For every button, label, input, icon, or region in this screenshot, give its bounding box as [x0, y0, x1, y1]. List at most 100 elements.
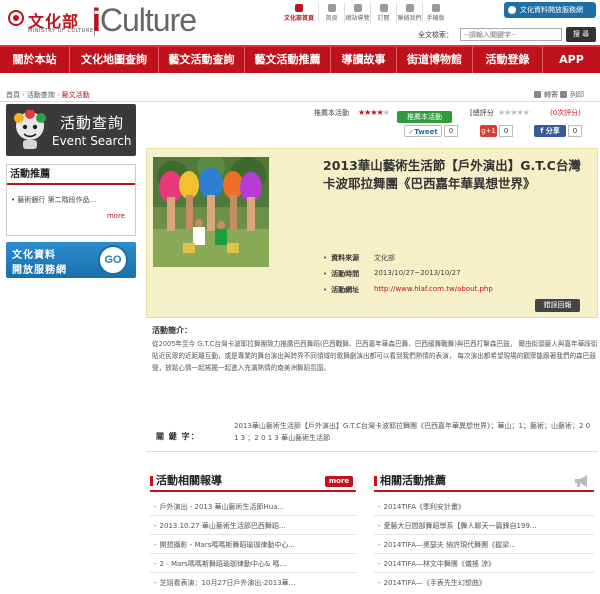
- event-search-banner[interactable]: 活動查詢 Event Search: [6, 104, 136, 156]
- intro-label: 活動簡介：: [152, 326, 192, 335]
- search-button[interactable]: 搜 尋: [566, 27, 596, 42]
- nav-event-recommend[interactable]: 藝文活動推薦: [245, 47, 331, 73]
- open-data-icon: [508, 6, 516, 14]
- recommend-title: 活動推薦: [7, 165, 135, 185]
- star-empty-icon: ★: [382, 108, 390, 117]
- open-data-title: 文化資料: [12, 250, 56, 261]
- event-title: 2013華山藝術生活節【戶外演出】G.T.C台灣卡波耶拉舞團《巴西嘉年華異想世界…: [323, 158, 581, 191]
- facebook-share-button[interactable]: f 分享: [534, 125, 566, 137]
- top-link-home[interactable]: 首頁: [318, 3, 344, 23]
- event-photo[interactable]: [153, 157, 269, 267]
- nav-stories[interactable]: 導讀故事: [331, 47, 397, 73]
- megaphone-icon: [575, 475, 587, 487]
- list-item[interactable]: - 開想攝影 - Mars嗎嗎斯舞蹈瑜珈律動中心...: [154, 539, 295, 551]
- recommend-button[interactable]: 推薦本活動: [397, 111, 452, 123]
- info-time: • 活動時間 2013/10/27~2013/10/27: [323, 269, 461, 278]
- list-divider: [150, 553, 356, 554]
- nav-about[interactable]: 關於本站: [0, 47, 70, 73]
- top-link-moc-home[interactable]: 文化部首頁: [280, 3, 318, 23]
- subscribe-icon: [380, 4, 388, 12]
- breadcrumb-current: 藝文活動: [61, 91, 90, 99]
- info-source: • 資料來源 文化部: [323, 254, 395, 262]
- list-divider: [150, 534, 356, 535]
- gplus-count: 0: [499, 125, 513, 137]
- list-item[interactable]: - 戶外演出 - 2013 華山藝術生活節Hua...: [154, 501, 284, 513]
- forward-icon: [534, 91, 541, 98]
- top-links: 文化部首頁 首頁 網站導覽 訂閱 聯絡我們 手機版: [280, 3, 448, 23]
- mobile-icon: [432, 4, 440, 12]
- top-link-sitemap[interactable]: 網站導覽: [344, 3, 370, 23]
- moc-home-icon: [295, 4, 303, 12]
- recommend-item[interactable]: • 藝術銀行 第二階段作品...: [11, 195, 96, 205]
- info-time-value: 2013/10/27~2013/10/27: [374, 269, 461, 277]
- search-input[interactable]: [460, 28, 562, 41]
- recommend-box: 活動推薦 • 藝術銀行 第二階段作品... more: [6, 164, 136, 236]
- event-search-subtitle: Event Search: [52, 134, 132, 148]
- nav-event-register[interactable]: 活動登錄: [473, 47, 543, 73]
- related-news-box: 活動相關報導 more - 戶外演出 - 2013 華山藝術生活節Hua... -…: [150, 470, 356, 594]
- top-link-mobile[interactable]: 手機版: [422, 3, 448, 23]
- intro-text: 從2005年至今 G.T.C台灣卡波耶拉舞團致力推廣巴西舞蹈(巴西戰舞、巴西嘉年…: [152, 340, 598, 372]
- list-item[interactable]: -2 - Mars嗎嗎斯舞蹈瑜珈律動中心& 嗎...: [154, 558, 286, 570]
- info-source-value: 文化部: [374, 254, 395, 262]
- list-divider: [374, 515, 594, 516]
- tweet-count: 0: [444, 125, 458, 137]
- score-label: [總評分: [470, 109, 494, 117]
- breadcrumb: 首頁 › 活動查詢 › 藝文活動: [6, 90, 90, 100]
- top-link-subscribe[interactable]: 訂閱: [370, 3, 396, 23]
- go-button[interactable]: GO: [98, 245, 128, 275]
- event-search-title: 活動查詢: [60, 114, 125, 132]
- report-error-button[interactable]: 錯誤回報: [535, 299, 580, 312]
- print-link[interactable]: 列印: [560, 90, 584, 100]
- keyword-text: 2013華山藝術生活節【戶外演出】G.T.C台灣卡波耶拉舞團《巴西嘉年華異想世界…: [234, 422, 591, 442]
- keyword-divider: [146, 451, 598, 452]
- moc-logo[interactable]: 文化部 MINISTRY OF CULTURE: [8, 8, 93, 36]
- nav-event-search[interactable]: 藝文活動查詢: [159, 47, 245, 73]
- event-url-link[interactable]: http://www.hlaf.com.tw/about.php: [374, 285, 493, 293]
- home-icon: [328, 4, 336, 12]
- list-item[interactable]: - 愛藝大日間部舞蹈學系【舞人聊天一篇鋒自199...: [378, 520, 537, 532]
- breadcrumb-event-search[interactable]: 活動查詢: [27, 91, 55, 99]
- breadcrumb-sep: ›: [56, 91, 60, 99]
- breadcrumb-sep: ›: [22, 91, 25, 99]
- star-icon: ★★★★: [358, 108, 384, 117]
- search-label: 全文檢索：: [418, 31, 453, 39]
- facebook-count: 0: [568, 125, 582, 137]
- recommend-rating-label: 推薦本活動: [314, 109, 349, 117]
- forward-link[interactable]: 轉寄: [534, 90, 558, 100]
- recommend-more-link[interactable]: more: [107, 212, 125, 220]
- main-nav: 關於本站 文化地圖查詢 藝文活動查詢 藝文活動推薦 導讀故事 街道博物館 活動登…: [0, 45, 600, 73]
- event-panel: 2013華山藝術生活節【戶外演出】G.T.C台灣卡波耶拉舞團《巴西嘉年華異想世界…: [146, 148, 598, 318]
- open-data-banner[interactable]: 文化資料 開放服務網 GO: [6, 242, 136, 278]
- list-item[interactable]: -2014TIFA—林文中舞團《儀搖 涼》: [378, 558, 495, 570]
- nav-app[interactable]: APP: [543, 47, 600, 73]
- list-divider: [374, 553, 594, 554]
- list-item[interactable]: -2013.10.27 華山藝術生活節巴西舞蹈...: [154, 520, 286, 532]
- list-divider: [150, 572, 356, 573]
- list-divider: [374, 534, 594, 535]
- open-data-subtitle: 開放服務網: [12, 265, 67, 276]
- nav-culture-map[interactable]: 文化地圖查詢: [70, 47, 159, 73]
- list-item[interactable]: -2014TIFA—《手表先生幻想曲》: [378, 577, 486, 589]
- list-item[interactable]: -2014TIFA《季利安計畫》: [378, 501, 465, 513]
- mascot-icon: [14, 110, 46, 149]
- related-news-more-button[interactable]: more: [325, 476, 353, 487]
- breadcrumb-home[interactable]: 首頁: [6, 91, 20, 99]
- sitemap-icon: [354, 4, 362, 12]
- related-events-box: 相關活動推薦 -2014TIFA《季利安計畫》 - 愛藝大日間部舞蹈學系【舞人聊天…: [374, 470, 594, 594]
- site-header: 文化部 MINISTRY OF CULTURE iCulture 文化部首頁 首…: [0, 0, 600, 44]
- breadcrumb-bar: 首頁 › 活動查詢 › 藝文活動 轉寄 列印: [0, 88, 600, 102]
- recommend-stars[interactable]: ★★★★★: [358, 108, 390, 117]
- nav-street-museum[interactable]: 街道博物館: [397, 47, 473, 73]
- list-item[interactable]: - 芝翊看表演：10月27日戶外演出-2013華...: [154, 577, 295, 589]
- open-data-link[interactable]: 文化資料開放服務網: [504, 2, 596, 18]
- moc-logo-english: MINISTRY OF CULTURE: [28, 28, 94, 34]
- iculture-logo[interactable]: iCulture: [92, 2, 197, 39]
- contact-icon: [406, 4, 414, 12]
- tweet-button[interactable]: ✓Tweet: [404, 125, 442, 137]
- gplus-button[interactable]: g+1: [480, 125, 497, 137]
- list-item[interactable]: -2014TIFA—奧瑟夫 納許現代舞團《握梁...: [378, 539, 516, 551]
- top-link-contact[interactable]: 聯絡我們: [396, 3, 422, 23]
- keyword-label: 關 鍵 字：: [156, 432, 200, 441]
- score-count: (0次評分): [550, 109, 581, 117]
